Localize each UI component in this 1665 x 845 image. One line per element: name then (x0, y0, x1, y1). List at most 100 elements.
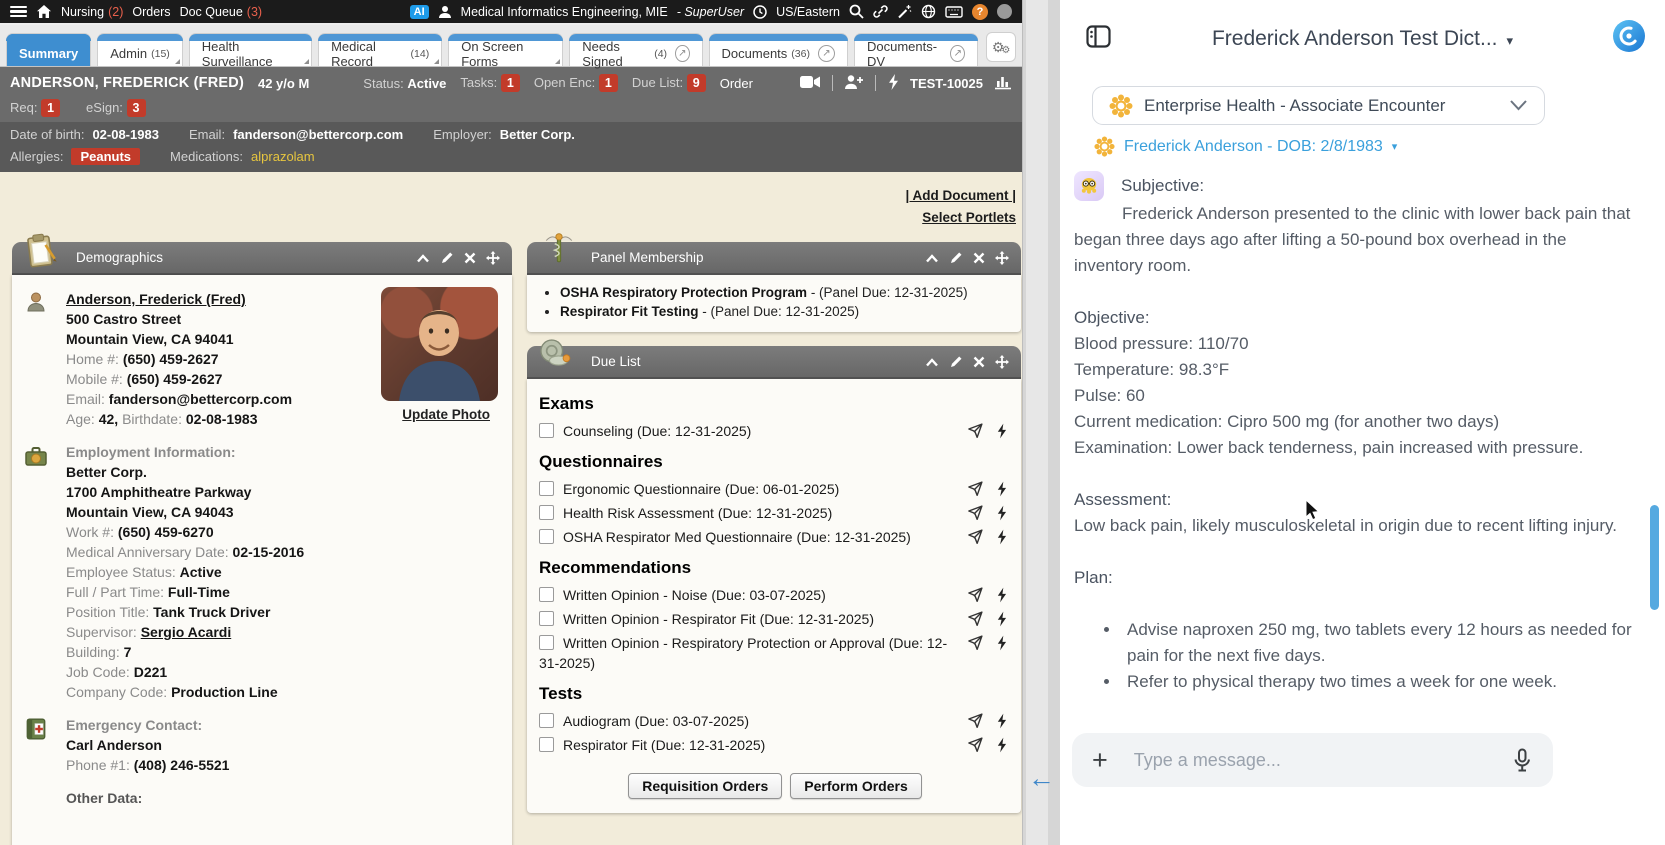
move-portlet-icon[interactable] (486, 250, 500, 265)
open-enc-count-badge[interactable]: 1 (598, 74, 618, 92)
video-visit-icon[interactable] (800, 75, 821, 92)
close-portlet-icon[interactable] (973, 252, 985, 264)
tab-settings-button[interactable]: ⚙ ⚙ (986, 32, 1016, 62)
due-item-checkbox[interactable] (539, 635, 554, 650)
close-portlet-icon[interactable] (464, 252, 476, 264)
nav-orders[interactable]: Orders (132, 5, 170, 19)
tab-needs-signed[interactable]: Needs Signed (4) ↗ (569, 33, 703, 69)
select-portlets-link[interactable]: Select Portlets (922, 210, 1016, 225)
due-item-checkbox[interactable] (539, 713, 554, 728)
tab-medical-record[interactable]: Medical Record (14) (318, 33, 443, 69)
add-person-icon[interactable] (844, 74, 864, 93)
allergy-badge[interactable]: Peanuts (71, 148, 141, 165)
send-order-icon[interactable] (967, 713, 983, 729)
perform-order-icon[interactable] (996, 611, 1007, 627)
perform-order-icon[interactable] (996, 529, 1007, 545)
perform-order-icon[interactable] (996, 587, 1007, 603)
tab-summary[interactable]: Summary (6, 33, 92, 66)
add-document-link[interactable]: | Add Document | (905, 188, 1016, 203)
chevron-down-icon[interactable] (1509, 96, 1528, 116)
supervisor-link[interactable]: Sergio Acardi (141, 624, 232, 640)
patient-context-link[interactable]: Frederick Anderson - DOB: 2/8/1983 ▾ (1094, 136, 1665, 157)
search-icon[interactable] (849, 4, 864, 19)
close-portlet-icon[interactable] (973, 356, 985, 368)
demographics-portlet-header[interactable]: Demographics (12, 233, 512, 275)
edit-portlet-icon[interactable] (440, 251, 454, 265)
tab-documents-dv[interactable]: Documents-DV ↗ (853, 33, 979, 69)
due-item-checkbox[interactable] (539, 737, 554, 752)
requisition-orders-button[interactable]: Requisition Orders (628, 773, 783, 799)
update-photo-link[interactable]: Update Photo (402, 407, 490, 422)
chart-id[interactable]: TEST-10025 (910, 76, 983, 91)
hamburger-menu-icon[interactable] (10, 5, 27, 18)
tab-on-screen-forms[interactable]: On Screen Forms (448, 33, 564, 69)
send-order-icon[interactable] (967, 423, 983, 439)
perform-order-icon[interactable] (996, 505, 1007, 521)
home-icon[interactable] (36, 4, 52, 19)
send-order-icon[interactable] (967, 635, 983, 651)
keyboard-icon[interactable] (945, 5, 963, 18)
perform-order-icon[interactable] (996, 713, 1007, 729)
perform-order-icon[interactable] (996, 481, 1007, 497)
encounter-select[interactable]: Enterprise Health - Associate Encounter (1092, 86, 1545, 125)
wand-icon[interactable] (897, 4, 912, 19)
attach-plus-icon[interactable]: + (1092, 746, 1108, 774)
order-link[interactable]: Order (720, 76, 753, 91)
conversation-title[interactable]: Frederick Anderson Test Dict... (1212, 27, 1498, 50)
link-icon[interactable] (873, 4, 888, 19)
caret-down-icon[interactable]: ▾ (1392, 140, 1398, 153)
due-list-count-badge[interactable]: 9 (686, 74, 706, 92)
send-order-icon[interactable] (967, 529, 983, 545)
tab-admin[interactable]: Admin (15) (97, 33, 183, 66)
move-portlet-icon[interactable] (995, 250, 1009, 265)
move-portlet-icon[interactable] (995, 354, 1009, 369)
microphone-icon[interactable] (1511, 748, 1533, 772)
message-input[interactable] (1133, 749, 1511, 771)
panel-membership-header[interactable]: Panel Membership (527, 233, 1021, 275)
due-list-header[interactable]: Due List (527, 339, 1021, 379)
globe-icon[interactable] (921, 4, 936, 19)
send-order-icon[interactable] (967, 481, 983, 497)
send-order-icon[interactable] (967, 611, 983, 627)
chart-stats-icon[interactable] (994, 73, 1012, 93)
req-count-badge[interactable]: 1 (41, 99, 61, 117)
collapse-portlet-icon[interactable] (925, 356, 939, 368)
tab-health-surveillance[interactable]: Health Surveillance (188, 33, 313, 69)
profile-circle-icon[interactable] (997, 4, 1012, 19)
popout-icon[interactable]: ↗ (950, 45, 966, 62)
assistant-logo[interactable] (1611, 18, 1647, 59)
tab-documents[interactable]: Documents (36) ↗ (708, 33, 849, 66)
popout-icon[interactable]: ↗ (817, 45, 835, 62)
collapse-panel-arrow[interactable]: ← (1028, 763, 1055, 793)
ai-badge[interactable]: AI (409, 4, 429, 19)
due-item-checkbox[interactable] (539, 611, 554, 626)
due-item-checkbox[interactable] (539, 481, 554, 496)
edit-portlet-icon[interactable] (949, 355, 963, 369)
perform-order-icon[interactable] (996, 423, 1007, 439)
perform-orders-button[interactable]: Perform Orders (790, 773, 922, 799)
due-item-checkbox[interactable] (539, 529, 554, 544)
collapse-portlet-icon[interactable] (416, 252, 430, 264)
caduceus-icon (543, 231, 575, 268)
due-item-checkbox[interactable] (539, 587, 554, 602)
patient-name-link[interactable]: Anderson, Frederick (Fred) (66, 291, 246, 307)
medication-link[interactable]: alprazolam (251, 149, 315, 164)
nav-doc-queue[interactable]: Doc Queue (3) (180, 5, 263, 19)
popout-icon[interactable]: ↗ (675, 45, 690, 62)
caret-down-icon[interactable]: ▾ (1507, 33, 1514, 48)
quick-action-bolt-icon[interactable] (887, 73, 899, 93)
help-icon[interactable]: ? (972, 3, 988, 20)
edit-portlet-icon[interactable] (949, 251, 963, 265)
perform-order-icon[interactable] (996, 737, 1007, 753)
collapse-portlet-icon[interactable] (925, 252, 939, 264)
send-order-icon[interactable] (967, 587, 983, 603)
nav-nursing[interactable]: Nursing (2) (61, 5, 123, 19)
perform-order-icon[interactable] (996, 635, 1007, 651)
due-item-checkbox[interactable] (539, 505, 554, 520)
esign-count-badge[interactable]: 3 (126, 99, 146, 117)
chat-scrollbar-thumb[interactable] (1650, 505, 1659, 610)
send-order-icon[interactable] (967, 505, 983, 521)
due-item-checkbox[interactable] (539, 423, 554, 438)
tasks-count-badge[interactable]: 1 (500, 74, 520, 92)
send-order-icon[interactable] (967, 737, 983, 753)
